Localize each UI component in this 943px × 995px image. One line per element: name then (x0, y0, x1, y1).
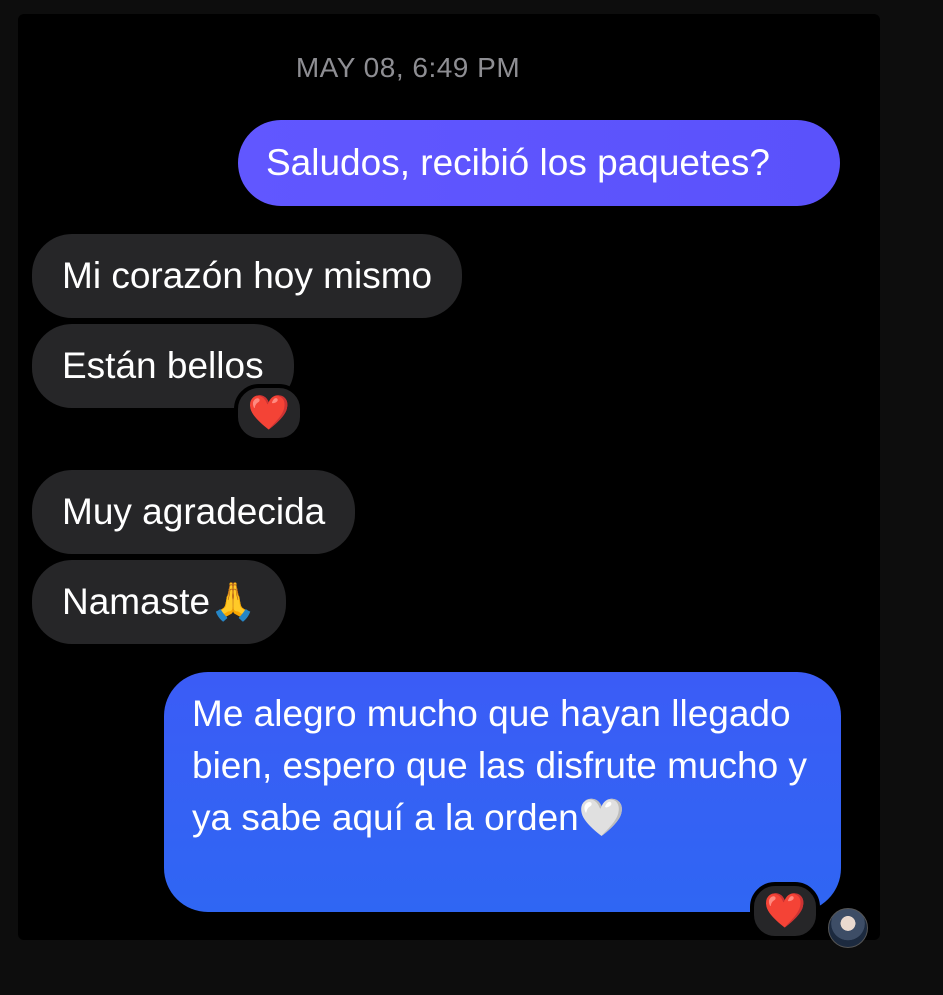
incoming-message[interactable]: Namaste🙏 (32, 560, 287, 644)
heart-reaction-icon[interactable]: ❤️ (750, 882, 820, 940)
message-text: Me alegro mucho que hayan llegado bien, … (192, 693, 807, 838)
avatar[interactable] (828, 908, 868, 948)
message-text: Namaste (62, 581, 211, 622)
message-text: Muy agradecida (62, 491, 326, 532)
outgoing-message[interactable]: Me alegro mucho que hayan llegado bien, … (164, 672, 841, 912)
chat-screen: MAY 08, 6:49 PM Saludos, recibió los paq… (18, 14, 880, 940)
message-timestamp: MAY 08, 6:49 PM (295, 52, 521, 83)
message-text: Saludos, recibió los paquetes? (266, 142, 770, 183)
white-heart-emoji-icon: 🤍 (578, 797, 625, 838)
folded-hands-emoji-icon: 🙏 (210, 581, 257, 622)
message-text: Mi corazón hoy mismo (62, 255, 433, 296)
incoming-message[interactable]: Muy agradecida (32, 470, 356, 554)
message-text: Están bellos (62, 345, 264, 386)
outgoing-message[interactable]: Saludos, recibió los paquetes? (238, 120, 840, 206)
heart-reaction-icon[interactable]: ❤️ (234, 384, 304, 442)
incoming-message[interactable]: Mi corazón hoy mismo (32, 234, 463, 318)
